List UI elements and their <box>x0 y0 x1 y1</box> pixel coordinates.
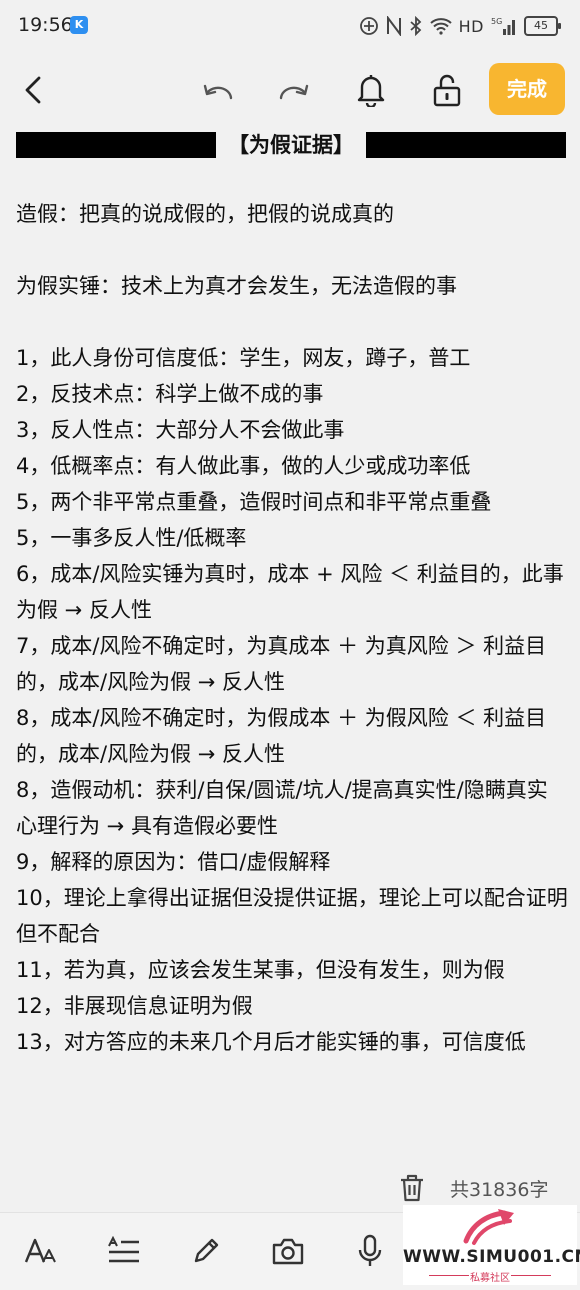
watermark-url: WWW.SIMU001.CN <box>403 1247 580 1267</box>
battery-indicator: 45 <box>524 16 561 36</box>
list-style-button[interactable] <box>104 1231 144 1271</box>
word-count: 共31836字 <box>450 1178 549 1201</box>
handwriting-button[interactable] <box>186 1231 226 1271</box>
chevron-left-icon <box>25 76 41 104</box>
list-item: 5，一事多反人性/低概率 <box>16 526 247 550</box>
definition-line: 造假：把真的说成假的，把假的说成真的 <box>16 202 394 226</box>
signal-icon: 5G <box>491 17 515 35</box>
editor-toolbar: 完成 <box>0 58 580 122</box>
redo-button[interactable] <box>272 68 316 112</box>
definition-line: 为假实锤：技术上为真才会发生，无法造假的事 <box>16 274 457 298</box>
list-item: 8，成本/风险不确定时，为假成本 ＋ 为假风险 ＜ 利益目的，成本/风险为假 →… <box>16 706 547 766</box>
list-item: 9，解释的原因为：借口/虚假解释 <box>16 850 331 874</box>
list-item: 2，反技术点：科学上做不成的事 <box>16 382 324 406</box>
text-style-button[interactable] <box>20 1231 60 1271</box>
add-circle-icon <box>359 17 378 35</box>
list-item: 3，反人性点：大部分人不会做此事 <box>16 418 345 442</box>
watermark-subtitle: 私募社区 <box>470 1273 510 1284</box>
microphone-icon <box>358 1234 382 1266</box>
list-item: 11，若为真，应该会发生某事，但没有发生，则为假 <box>16 958 505 982</box>
list-item: 1，此人身份可信度低：学生，网友，蹲子，普工 <box>16 346 471 370</box>
camera-icon <box>272 1238 304 1265</box>
text-format-icon <box>24 1238 56 1263</box>
unlock-icon <box>433 74 461 107</box>
redo-icon <box>279 84 309 100</box>
pen-icon <box>194 1238 219 1263</box>
camera-button[interactable] <box>268 1231 308 1271</box>
back-button[interactable] <box>12 68 56 112</box>
reminder-button[interactable] <box>349 68 393 112</box>
divider <box>511 1275 551 1276</box>
list-item: 4，低概率点：有人做此事，做的人少或成功率低 <box>16 454 471 478</box>
list-item: 8，造假动机：获利/自保/圆谎/坑人/提高真实性/隐瞒真实心理行为 → 具有造假… <box>16 778 548 838</box>
site-watermark: WWW.SIMU001.CN 私募社区 <box>403 1205 580 1285</box>
network-type: HD <box>458 16 484 36</box>
note-title-row: 【为假证据】 <box>16 128 566 162</box>
note-title: 【为假证据】 <box>228 133 354 157</box>
nfc-icon <box>386 16 401 36</box>
redaction-bar <box>366 132 566 158</box>
watermark-logo <box>463 1209 514 1245</box>
list-item: 5，两个非平常点重叠，造假时间点和非平常点重叠 <box>16 490 492 514</box>
undo-button[interactable] <box>196 68 240 112</box>
bell-icon <box>357 75 385 107</box>
list-item: 6，成本/风险实锤为真时，成本 + 风险 ＜ 利益目的，此事为假 → 反人性 <box>16 562 564 622</box>
evidence-list: 1，此人身份可信度低：学生，网友，蹲子，普工 2，反技术点：科学上做不成的事 3… <box>16 340 568 1060</box>
word-count-row: 共31836字 <box>398 1168 548 1208</box>
status-icons: HD 5G 45 <box>359 14 561 38</box>
trash-icon[interactable] <box>398 1173 426 1203</box>
status-bar: 19:56 K HD 5G 45 <box>0 0 580 52</box>
lock-button[interactable] <box>425 68 469 112</box>
list-item: 13，对方答应的未来几个月后才能实锤的事，可信度低 <box>16 1030 526 1054</box>
list-item: 12，非展现信息证明为假 <box>16 994 253 1018</box>
redaction-bar <box>16 132 216 158</box>
app-notification-icon: K <box>70 16 88 34</box>
list-item: 10，理论上拿得出证据但没提供证据，理论上可以配合证明但不配合 <box>16 886 568 946</box>
list-item: 7，成本/风险不确定时，为真成本 ＋ 为真风险 ＞ 利益目的，成本/风险为假 →… <box>16 634 547 694</box>
done-button[interactable]: 完成 <box>489 63 565 115</box>
checklist-icon <box>108 1236 139 1263</box>
bluetooth-icon <box>410 16 421 36</box>
signal-label: 5G <box>491 17 502 26</box>
voice-button[interactable] <box>350 1231 390 1271</box>
undo-icon <box>203 84 233 100</box>
wifi-icon <box>429 18 452 35</box>
status-time: 19:56 <box>18 14 73 36</box>
